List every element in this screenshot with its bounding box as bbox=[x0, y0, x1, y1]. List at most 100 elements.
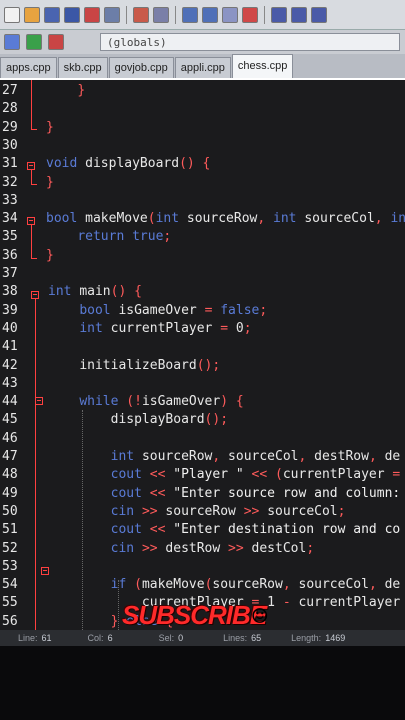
replace-icon[interactable] bbox=[202, 6, 218, 23]
line-code: } bbox=[77, 83, 86, 98]
line-number: 40 bbox=[2, 320, 18, 336]
status-lines-value: 65 bbox=[251, 633, 262, 643]
tab-skb[interactable]: skb.cpp bbox=[57, 57, 108, 78]
fold-toggle-icon[interactable] bbox=[35, 397, 43, 405]
secondary-toolbar: (globals) bbox=[0, 30, 405, 54]
line-number: 41 bbox=[2, 339, 18, 355]
line-number: 49 bbox=[2, 485, 18, 501]
fold-end bbox=[31, 129, 37, 130]
line-number: 43 bbox=[2, 375, 18, 391]
line-code: cin >> destRow >> destCol; bbox=[110, 540, 315, 556]
line-number: 39 bbox=[2, 302, 18, 318]
line-code: int main() { bbox=[48, 284, 142, 300]
line-number: 42 bbox=[2, 357, 18, 373]
line-code: int currentPlayer = 0; bbox=[79, 320, 252, 336]
status-sel-label: Sel: bbox=[158, 633, 175, 643]
line-number: 56 bbox=[2, 613, 18, 629]
line-code: } bbox=[46, 247, 54, 263]
compile-icon[interactable] bbox=[271, 6, 287, 23]
line-number: 28 bbox=[2, 101, 18, 117]
line-code: int sourceRow, sourceCol, destRow, de bbox=[110, 449, 401, 464]
line-number: 29 bbox=[2, 119, 18, 135]
tab-appli[interactable]: appli.cpp bbox=[174, 57, 231, 78]
line-number: 51 bbox=[2, 522, 18, 538]
line-code: cout << "Enter destination row and co bbox=[110, 522, 401, 538]
line-code: initializeBoard(); bbox=[79, 357, 221, 373]
line-number: 37 bbox=[2, 266, 18, 281]
print-icon[interactable] bbox=[104, 6, 120, 23]
remove-icon[interactable] bbox=[48, 34, 64, 50]
toggle-icon[interactable] bbox=[242, 6, 258, 23]
fold-line bbox=[31, 170, 32, 185]
status-col-label: Col: bbox=[87, 633, 104, 643]
line-number: 36 bbox=[2, 247, 18, 263]
fold-line bbox=[31, 225, 32, 259]
save-icon[interactable] bbox=[44, 6, 60, 23]
line-number: 30 bbox=[2, 137, 18, 153]
open-icon[interactable] bbox=[24, 6, 40, 23]
close-icon[interactable] bbox=[84, 6, 100, 23]
line-number: 38 bbox=[2, 284, 18, 300]
run-icon[interactable] bbox=[291, 6, 307, 23]
fold-toggle-icon[interactable] bbox=[41, 567, 49, 575]
save-all-icon[interactable] bbox=[64, 6, 80, 23]
fold-toggle-icon[interactable] bbox=[31, 291, 39, 299]
status-col-value: 6 bbox=[107, 633, 113, 643]
line-number: 34 bbox=[2, 211, 18, 227]
line-number: 46 bbox=[2, 430, 18, 446]
fold-line bbox=[35, 299, 36, 630]
line-code: while (!isGameOver) { bbox=[79, 394, 244, 410]
code-editor[interactable]: 27 } 28 29} 30 31 void displayBoard() { 32} 33 3… bbox=[0, 80, 405, 630]
fold-toggle-icon[interactable] bbox=[27, 217, 35, 225]
fold-end bbox=[31, 184, 37, 185]
scope-selector[interactable]: (globals) bbox=[100, 33, 400, 51]
toolbar-separator bbox=[126, 5, 127, 24]
status-line-label: Line: bbox=[18, 633, 38, 643]
project-icon[interactable] bbox=[4, 34, 20, 50]
find-icon[interactable] bbox=[182, 6, 198, 23]
status-lines-label: Lines: bbox=[223, 633, 248, 643]
line-code: cout << "Enter source row and column: bbox=[110, 485, 401, 501]
line-code: if (makeMove(sourceRow, sourceCol, de bbox=[110, 577, 401, 593]
line-number: 27 bbox=[2, 83, 18, 98]
line-number: 45 bbox=[2, 412, 18, 428]
redo-icon[interactable] bbox=[153, 6, 169, 23]
status-length-label: Length: bbox=[291, 633, 322, 643]
line-number: 50 bbox=[2, 503, 18, 519]
line-code: void displayBoard() { bbox=[46, 156, 211, 172]
subscribe-overlay: SUBSCRIBE bbox=[122, 600, 267, 630]
line-number: 47 bbox=[2, 449, 18, 464]
status-length-value: 1469 bbox=[325, 633, 346, 643]
fold-toggle-icon[interactable] bbox=[27, 162, 35, 170]
line-number: 53 bbox=[2, 558, 18, 574]
line-number: 31 bbox=[2, 156, 18, 172]
line-number: 32 bbox=[2, 174, 18, 190]
line-code: displayBoard(); bbox=[110, 412, 229, 428]
tab-chess[interactable]: chess.cpp bbox=[231, 54, 294, 78]
fold-end bbox=[31, 258, 37, 259]
line-number: 33 bbox=[2, 192, 18, 208]
undo-icon[interactable] bbox=[133, 6, 149, 23]
line-code: bool makeMove(int sourceRow, int sourceC… bbox=[46, 211, 405, 227]
line-code: bool isGameOver = false; bbox=[79, 302, 268, 318]
bookmark-icon[interactable] bbox=[222, 6, 238, 23]
main-toolbar bbox=[0, 0, 405, 30]
toolbar-separator bbox=[264, 5, 265, 24]
tab-govjob[interactable]: govjob.cpp bbox=[108, 57, 174, 78]
status-bar: Line: 61 Col: 6 Sel: 0 Lines: 65 Length:… bbox=[0, 630, 405, 646]
tab-apps[interactable]: apps.cpp bbox=[0, 57, 57, 78]
line-code: cout << "Player " << (currentPlayer = bbox=[110, 467, 401, 483]
line-code: cin >> sourceRow >> sourceCol; bbox=[110, 503, 346, 519]
line-number: 55 bbox=[2, 595, 18, 611]
line-number: 44 bbox=[2, 394, 18, 410]
line-number: 35 bbox=[2, 229, 18, 245]
new-icon[interactable] bbox=[4, 6, 20, 23]
class-icon[interactable] bbox=[26, 34, 42, 50]
line-code: return true; bbox=[77, 229, 172, 245]
status-sel-value: 0 bbox=[178, 633, 184, 643]
debug-icon[interactable] bbox=[311, 6, 327, 23]
toolbar-separator bbox=[175, 5, 176, 24]
line-code: } bbox=[46, 119, 54, 135]
smile-icon: ☺ bbox=[252, 602, 268, 632]
line-number: 54 bbox=[2, 577, 18, 593]
